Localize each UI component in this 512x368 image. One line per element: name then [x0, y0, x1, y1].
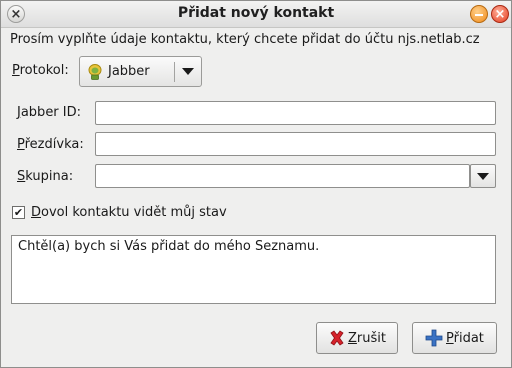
- add-label: Přidat: [446, 330, 484, 346]
- close-button[interactable]: [491, 5, 509, 23]
- title-bar[interactable]: × Přidat nový kontakt: [1, 1, 511, 28]
- nickname-input[interactable]: [95, 132, 496, 156]
- cancel-x-icon: [330, 330, 344, 346]
- window-title: Přidat nový kontakt: [177, 5, 335, 21]
- allow-status-checkbox[interactable]: ✔: [12, 206, 25, 219]
- group-label: Skupina:: [17, 169, 74, 184]
- minimize-button[interactable]: [470, 5, 488, 23]
- combo-separator: [174, 61, 175, 82]
- group-dropdown-button[interactable]: [470, 164, 496, 188]
- plus-icon: [425, 329, 443, 347]
- cancel-button[interactable]: Zrušit: [316, 322, 398, 354]
- jabber-id-input[interactable]: [95, 101, 496, 125]
- intro-text: Prosím vyplňte údaje kontaktu, který chc…: [10, 32, 480, 47]
- jabber-lightbulb-icon: [86, 63, 104, 81]
- message-textarea[interactable]: Chtěl(a) bych si Vás přidat do mého Sezn…: [11, 235, 496, 304]
- chevron-down-icon: [477, 172, 489, 180]
- allow-status-label[interactable]: Dovol kontaktu vidět můj stav: [31, 205, 227, 220]
- protocol-selected: Jabber: [108, 64, 150, 79]
- protocol-label: Protokol:: [12, 63, 69, 78]
- cancel-label: Zrušit: [348, 330, 386, 346]
- jabber-id-label: Jabber ID:: [17, 105, 82, 120]
- add-contact-dialog: × Přidat nový kontakt Prosím vyplňte úda…: [0, 0, 512, 368]
- group-input[interactable]: [95, 164, 470, 188]
- protocol-combo[interactable]: Jabber: [79, 56, 202, 87]
- chevron-down-icon: [182, 68, 194, 75]
- add-button[interactable]: Přidat: [412, 322, 497, 354]
- nickname-label: Přezdívka:: [17, 137, 84, 152]
